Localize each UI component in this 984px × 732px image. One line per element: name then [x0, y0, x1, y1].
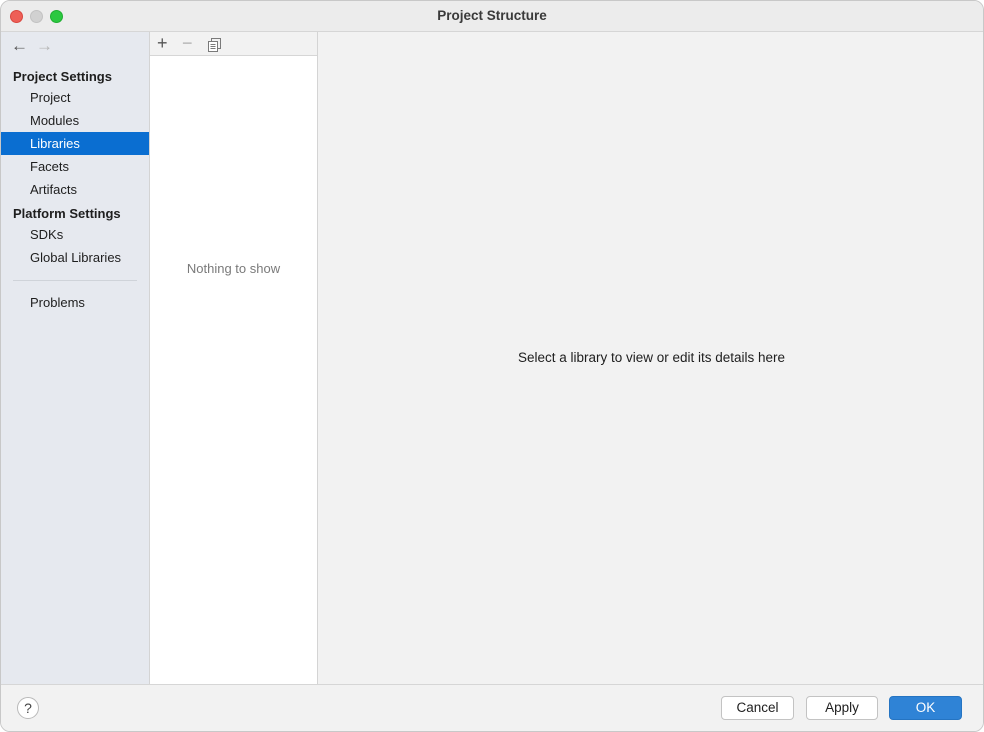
sidebar-item-global-libraries[interactable]: Global Libraries: [1, 246, 149, 269]
libraries-list-panel: + − Nothing to show: [150, 32, 318, 684]
sidebar-item-libraries[interactable]: Libraries: [1, 132, 149, 155]
project-structure-dialog: Project Structure ← → Project Settings P…: [0, 0, 984, 732]
sidebar-item-project[interactable]: Project: [1, 86, 149, 109]
back-arrow-icon[interactable]: ←: [11, 36, 28, 56]
project-settings-heading: Project Settings: [13, 69, 112, 84]
empty-list-text: Nothing to show: [186, 261, 281, 276]
sidebar-divider: [13, 280, 137, 281]
ok-button[interactable]: OK: [889, 696, 962, 720]
help-button[interactable]: ?: [17, 697, 39, 719]
sidebar-item-artifacts[interactable]: Artifacts: [1, 178, 149, 201]
window-title: Project Structure: [437, 8, 547, 23]
copy-icon-glyph: [208, 38, 221, 52]
dialog-footer: ? Cancel Apply OK: [1, 684, 983, 731]
cancel-button[interactable]: Cancel: [721, 696, 794, 720]
list-toolbar: + −: [150, 32, 317, 56]
copy-icon[interactable]: [208, 36, 221, 56]
sidebar-item-facets[interactable]: Facets: [1, 155, 149, 178]
sidebar-item-sdks[interactable]: SDKs: [1, 223, 149, 246]
platform-settings-heading: Platform Settings: [13, 206, 121, 221]
sidebar-item-modules[interactable]: Modules: [1, 109, 149, 132]
details-placeholder-text: Select a library to view or edit its det…: [517, 350, 786, 365]
forward-arrow-icon[interactable]: →: [36, 36, 53, 56]
sidebar-item-problems[interactable]: Problems: [1, 291, 149, 314]
library-details-panel: Select a library to view or edit its det…: [318, 32, 983, 684]
remove-icon[interactable]: −: [182, 33, 193, 53]
settings-sidebar: ← → Project Settings Project Modules Lib…: [1, 32, 150, 684]
add-icon[interactable]: +: [157, 33, 168, 53]
title-bar: Project Structure: [1, 1, 983, 32]
apply-button[interactable]: Apply: [806, 696, 878, 720]
